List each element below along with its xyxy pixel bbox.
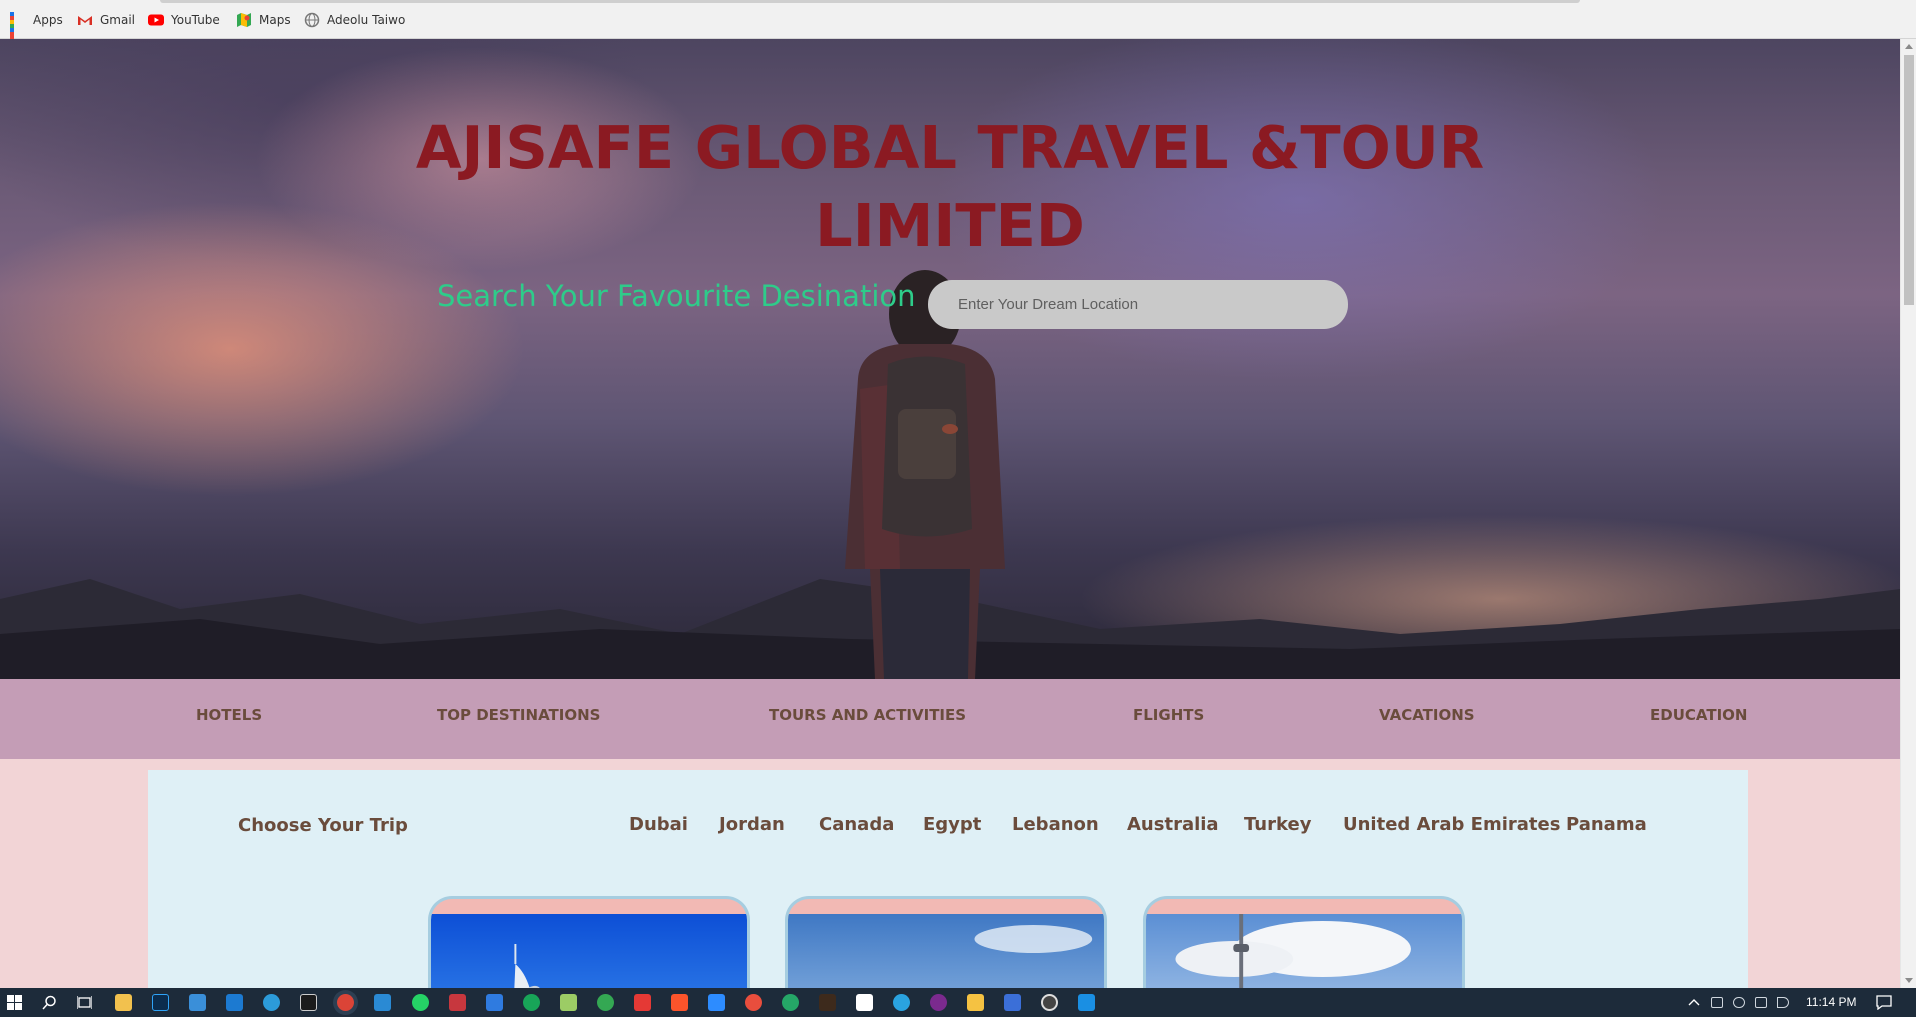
sydney-card[interactable]	[785, 896, 1107, 988]
tab-strip-edge	[160, 0, 1580, 3]
cn-tower-photo	[1146, 914, 1462, 988]
video-app-icon[interactable]	[634, 994, 651, 1011]
toronto-card[interactable]	[1143, 896, 1465, 988]
country-link-turkey[interactable]: Turkey	[1244, 814, 1311, 835]
country-link-egypt[interactable]: Egypt	[923, 814, 981, 835]
onedrive-icon[interactable]	[1733, 997, 1745, 1008]
nav-tours-and-activities[interactable]: TOURS AND ACTIVITIES	[769, 706, 966, 724]
scroll-up-arrow-icon[interactable]	[1905, 44, 1913, 49]
hero-banner: AJISAFE GLOBAL TRAVEL &TOUR LIMITED Sear…	[0, 39, 1900, 679]
opera-house-photo	[788, 914, 1104, 988]
edge-icon[interactable]	[263, 994, 280, 1011]
file-explorer-icon[interactable]	[115, 994, 132, 1011]
app-icon-purple[interactable]	[930, 994, 947, 1011]
mail-icon[interactable]	[226, 994, 243, 1011]
bookmark-label: YouTube	[171, 13, 220, 27]
destination-search-input[interactable]	[928, 280, 1348, 329]
bookmark-label: Apps	[33, 13, 63, 27]
app-icon-blue[interactable]	[1078, 994, 1095, 1011]
bookmarks-bar: Apps Gmail YouTube Maps Adeolu Taiwo	[0, 0, 1916, 48]
title-line-1: AJISAFE GLOBAL TRAVEL &TOUR	[415, 113, 1485, 182]
volume-icon[interactable]	[1777, 997, 1789, 1008]
bookmark-apps[interactable]: Apps	[10, 10, 63, 48]
globe-icon	[304, 12, 320, 28]
bookmark-adeolu-taiwo[interactable]: Adeolu Taiwo	[304, 10, 405, 30]
battery-icon[interactable]	[1755, 997, 1767, 1008]
page-title: AJISAFE GLOBAL TRAVEL &TOUR LIMITED	[400, 109, 1500, 265]
vscode-icon[interactable]	[374, 994, 391, 1011]
country-link-lebanon[interactable]: Lebanon	[1012, 814, 1099, 835]
calendar-icon[interactable]	[486, 994, 503, 1011]
country-link-panama[interactable]: Panama	[1566, 814, 1647, 835]
country-link-dubai[interactable]: Dubai	[629, 814, 688, 835]
nav-education[interactable]: EDUCATION	[1650, 706, 1747, 724]
notepad-icon[interactable]	[560, 994, 577, 1011]
pycharm-icon[interactable]	[300, 994, 317, 1011]
store-icon[interactable]	[189, 994, 206, 1011]
nav-hotels[interactable]: HOTELS	[196, 706, 262, 724]
task-view-icon[interactable]	[77, 995, 92, 1010]
trip-section-title: Choose Your Trip	[238, 815, 408, 836]
notifications-icon[interactable]	[1876, 995, 1892, 1010]
country-link-jordan[interactable]: Jordan	[719, 814, 785, 835]
telegram-icon[interactable]	[893, 994, 910, 1011]
traveler-silhouette	[845, 270, 1005, 679]
apps-grid-icon	[10, 12, 26, 48]
country-link-canada[interactable]: Canada	[819, 814, 894, 835]
scrollbar-thumb[interactable]	[1904, 55, 1914, 305]
gmail-icon	[77, 12, 93, 28]
chrome-icon[interactable]	[337, 994, 354, 1011]
app-icon-green[interactable]	[523, 994, 540, 1011]
photoshop-icon[interactable]	[152, 994, 169, 1011]
search-icon[interactable]	[42, 995, 57, 1010]
country-link-united-arab-emirates[interactable]: United Arab Emirates	[1343, 814, 1560, 835]
page-scrollbar[interactable]	[1900, 39, 1916, 988]
windows-taskbar: 11:14 PM	[0, 988, 1916, 1017]
notion-icon[interactable]	[856, 994, 873, 1011]
dubai-card[interactable]	[428, 896, 750, 988]
title-line-2: LIMITED	[815, 191, 1085, 260]
main-nav: HOTELS TOP DESTINATIONS TOURS AND ACTIVI…	[0, 679, 1900, 759]
app-icon-yellow[interactable]	[967, 994, 984, 1011]
nav-top-destinations[interactable]: TOP DESTINATIONS	[437, 706, 600, 724]
bookmark-gmail[interactable]: Gmail	[77, 10, 135, 30]
nav-flights[interactable]: FLIGHTS	[1133, 706, 1204, 724]
burj-al-arab-photo	[431, 914, 747, 988]
app-icon-brown[interactable]	[819, 994, 836, 1011]
youtube-icon	[148, 12, 164, 28]
bookmark-label: Gmail	[100, 13, 136, 27]
zoom-icon[interactable]	[708, 994, 725, 1011]
obs-icon[interactable]	[1041, 994, 1058, 1011]
bookmark-label: Maps	[259, 13, 291, 27]
clock[interactable]: 11:14 PM	[1806, 995, 1856, 1009]
choose-trip-section: Choose Your Trip Dubai Jordan Canada Egy…	[148, 770, 1748, 988]
app-icon-green-3[interactable]	[782, 994, 799, 1011]
bookmark-label: Adeolu Taiwo	[327, 13, 406, 27]
app-icon-green-2[interactable]	[597, 994, 614, 1011]
brave-icon[interactable]	[671, 994, 688, 1011]
bookmark-youtube[interactable]: YouTube	[148, 10, 220, 30]
scroll-down-arrow-icon[interactable]	[1905, 978, 1913, 983]
search-label: Search Your Favourite Desination	[437, 279, 916, 313]
meet-now-icon[interactable]	[1711, 997, 1723, 1008]
bookmark-maps[interactable]: Maps	[236, 10, 291, 30]
maps-icon	[236, 12, 252, 28]
windows-start-icon[interactable]	[7, 995, 22, 1010]
app-icon-red[interactable]	[449, 994, 466, 1011]
word-icon[interactable]	[1004, 994, 1021, 1011]
app-icon-orange[interactable]	[745, 994, 762, 1011]
nav-vacations[interactable]: VACATIONS	[1379, 706, 1475, 724]
chevron-up-icon[interactable]	[1688, 998, 1700, 1006]
whatsapp-icon[interactable]	[412, 994, 429, 1011]
country-link-australia[interactable]: Australia	[1127, 814, 1219, 835]
